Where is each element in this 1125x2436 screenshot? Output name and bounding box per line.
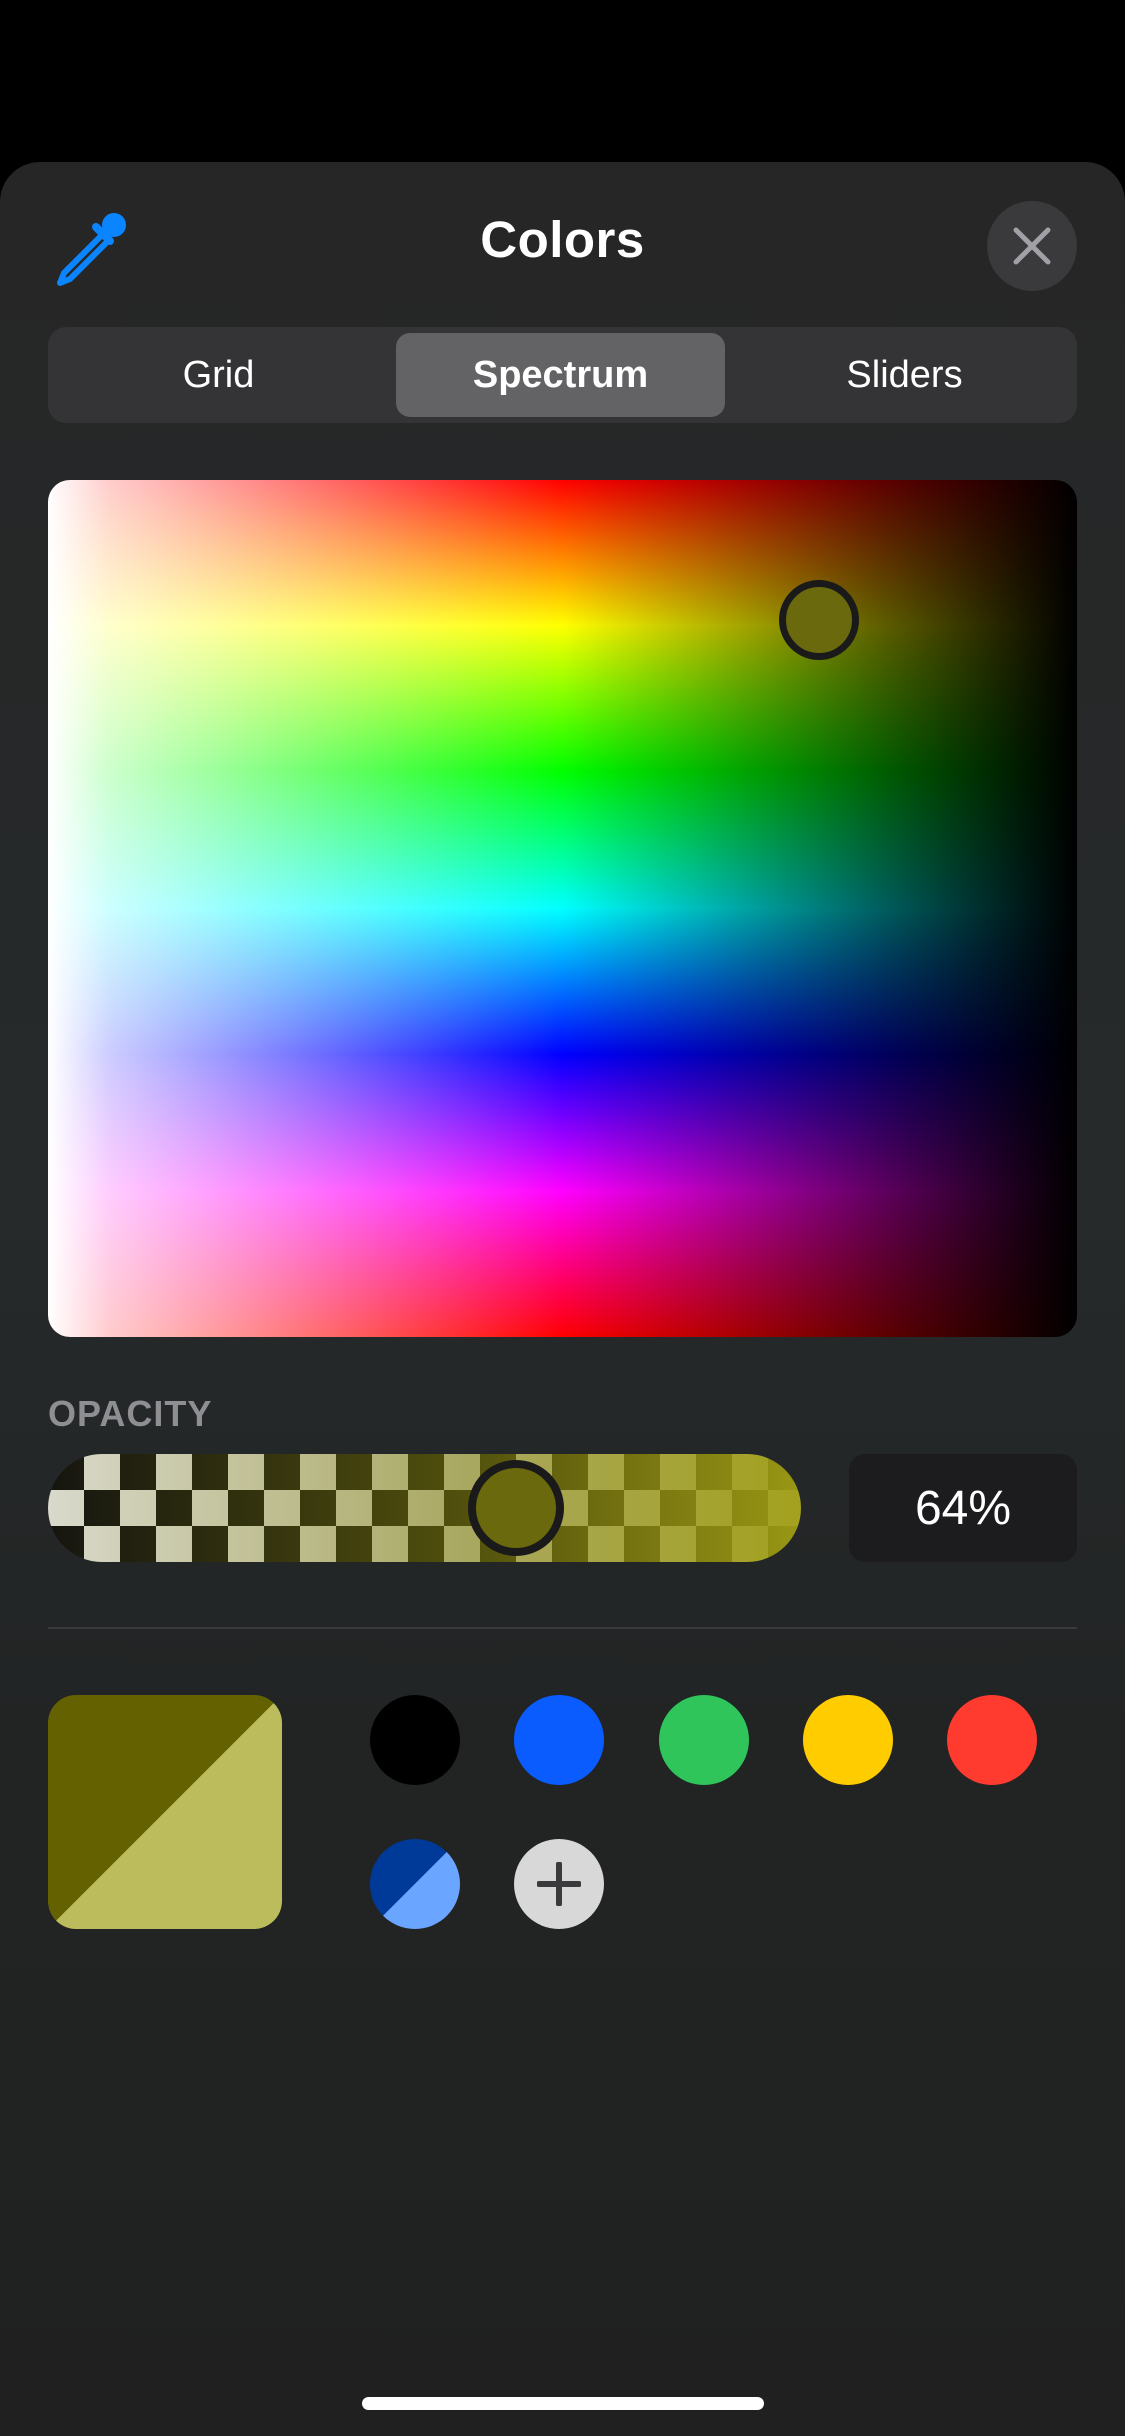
- swatch-blue[interactable]: [514, 1695, 604, 1785]
- divider: [48, 1627, 1077, 1629]
- swatch-dark-blue-light-blue[interactable]: [370, 1839, 460, 1929]
- swatch-black[interactable]: [370, 1695, 460, 1785]
- close-button[interactable]: [987, 201, 1077, 291]
- opacity-label: OPACITY: [48, 1393, 213, 1434]
- add-swatch-button[interactable]: [514, 1839, 604, 1929]
- swatch-red[interactable]: [947, 1695, 1037, 1785]
- opacity-slider-handle[interactable]: [468, 1460, 564, 1556]
- close-icon: [1013, 227, 1051, 265]
- tab-sliders[interactable]: Sliders: [740, 333, 1069, 417]
- mode-segmented-control: Grid Spectrum Sliders: [48, 327, 1077, 423]
- current-color-swatch: [48, 1695, 282, 1929]
- spectrum-picker-handle[interactable]: [779, 580, 859, 660]
- swatch-yellow[interactable]: [803, 1695, 893, 1785]
- page-title: Colors: [480, 211, 645, 268]
- opacity-value-field[interactable]: 64%: [849, 1454, 1077, 1562]
- tab-spectrum[interactable]: Spectrum: [396, 333, 725, 417]
- plus-icon: [537, 1862, 581, 1906]
- home-indicator: [362, 2397, 764, 2410]
- tab-grid[interactable]: Grid: [54, 333, 383, 417]
- color-spectrum[interactable]: [48, 480, 1077, 1337]
- swatch-green[interactable]: [659, 1695, 749, 1785]
- opacity-slider[interactable]: [48, 1454, 801, 1562]
